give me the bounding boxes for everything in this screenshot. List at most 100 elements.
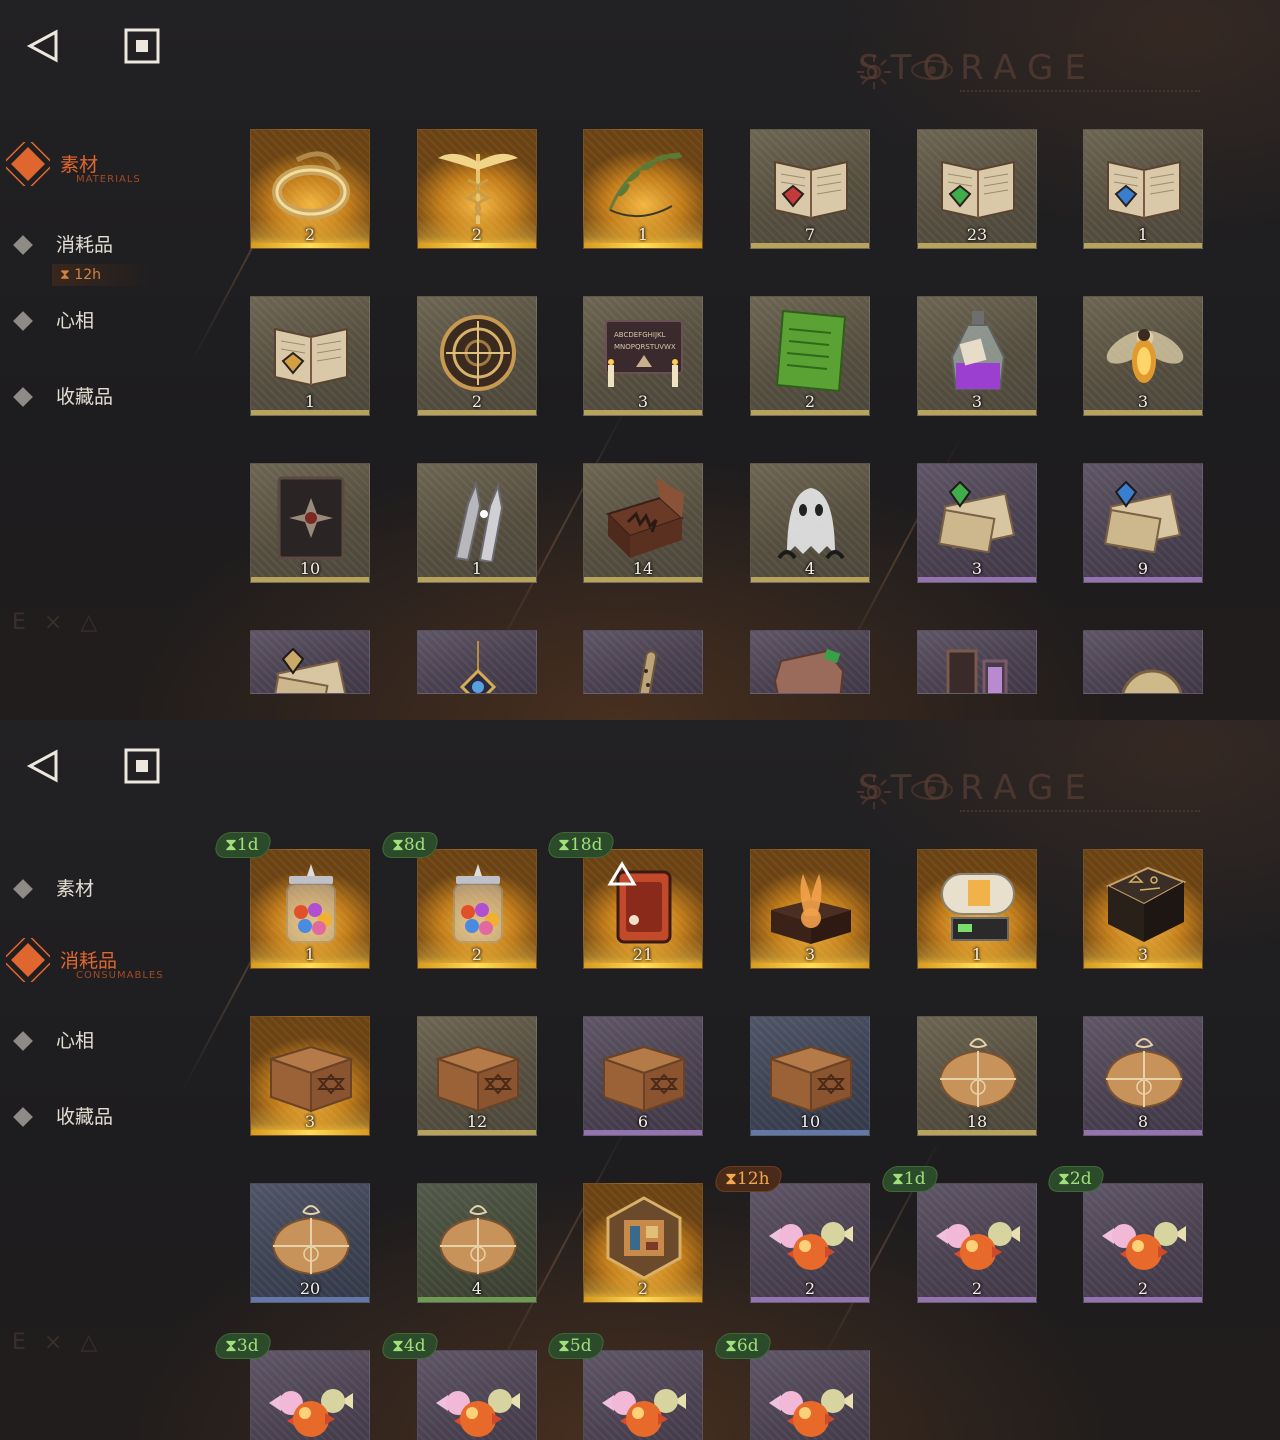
item-card[interactable]: 23 bbox=[917, 129, 1037, 249]
rarity-bar bbox=[918, 243, 1036, 248]
item-card[interactable]: 4 bbox=[417, 1183, 537, 1303]
rarity-bar bbox=[251, 577, 369, 582]
item-quantity: 10 bbox=[299, 559, 321, 578]
expiry-timer-badge: ⧗3d bbox=[212, 1333, 273, 1359]
item-card[interactable]: 1 bbox=[583, 129, 703, 249]
candy-jar-icon bbox=[434, 860, 522, 948]
nav-persona[interactable]: 心相 bbox=[13, 302, 176, 342]
item-card[interactable]: 3 bbox=[917, 296, 1037, 416]
green-book-icon bbox=[934, 140, 1022, 228]
item-card[interactable]: 12 bbox=[417, 1016, 537, 1136]
candies-icon bbox=[267, 1361, 355, 1440]
item-card[interactable]: 2 bbox=[1083, 1183, 1203, 1303]
expiry-timer-badge: ⧗8d bbox=[379, 832, 440, 858]
nav-consumables[interactable]: 消耗品 bbox=[13, 226, 176, 266]
item-card[interactable]: 1 bbox=[250, 849, 370, 969]
frame-icon bbox=[934, 641, 1022, 693]
item-card[interactable]: 10 bbox=[250, 463, 370, 583]
item-card[interactable]: 8 bbox=[1083, 1016, 1203, 1136]
item-card[interactable]: 3 bbox=[750, 849, 870, 969]
item-card[interactable]: 1 bbox=[250, 296, 370, 416]
item-card[interactable]: 2 bbox=[583, 1183, 703, 1303]
item-card[interactable] bbox=[1083, 630, 1203, 694]
item-card[interactable]: 1 bbox=[917, 849, 1037, 969]
item-card[interactable]: ABCDEFGHIJKL MNOPQRSTUVWX 3 bbox=[583, 296, 703, 416]
item-card[interactable]: 6 bbox=[583, 1016, 703, 1136]
item-card[interactable] bbox=[250, 630, 370, 694]
nav-consumables[interactable]: 消耗品 CONSUMABLES bbox=[6, 938, 186, 986]
item-card[interactable] bbox=[917, 630, 1037, 694]
nav-persona[interactable]: 心相 bbox=[13, 1022, 176, 1062]
item-card[interactable]: 2 bbox=[417, 296, 537, 416]
rarity-bar bbox=[751, 1130, 869, 1135]
rarity-bar bbox=[418, 243, 536, 248]
item-card[interactable]: 1 bbox=[417, 463, 537, 583]
item-card[interactable] bbox=[250, 1350, 370, 1440]
expiry-timer-text: ⧗1d bbox=[892, 1169, 926, 1189]
rarity-bar bbox=[751, 577, 869, 582]
rarity-bar bbox=[751, 1297, 869, 1302]
item-card[interactable] bbox=[583, 1350, 703, 1440]
item-card[interactable]: 2 bbox=[250, 129, 370, 249]
home-button[interactable] bbox=[124, 28, 160, 64]
rarity-bar bbox=[1084, 410, 1202, 415]
nav-consumables-sublabel: CONSUMABLES bbox=[76, 970, 164, 981]
item-card[interactable]: 4 bbox=[750, 463, 870, 583]
item-card[interactable] bbox=[417, 1350, 537, 1440]
nav-materials[interactable]: 素材 bbox=[13, 870, 176, 910]
consumables-expiry-timer: ⧗ 12h bbox=[52, 264, 156, 286]
item-quantity: 9 bbox=[1137, 559, 1149, 578]
astrolabe-icon bbox=[434, 307, 522, 395]
item-card[interactable]: 9 bbox=[1083, 463, 1203, 583]
item-card[interactable]: 14 bbox=[583, 463, 703, 583]
item-quantity: 1 bbox=[304, 945, 316, 964]
back-button[interactable] bbox=[22, 26, 66, 66]
item-quantity: 7 bbox=[804, 225, 816, 244]
item-card[interactable]: 2 bbox=[417, 129, 537, 249]
item-card[interactable] bbox=[750, 630, 870, 694]
item-card[interactable]: 2 bbox=[917, 1183, 1037, 1303]
rarity-bar bbox=[751, 410, 869, 415]
item-card[interactable]: 3 bbox=[1083, 849, 1203, 969]
item-quantity: 3 bbox=[804, 945, 816, 964]
rarity-bar bbox=[584, 243, 702, 248]
item-card[interactable]: 2 bbox=[750, 1183, 870, 1303]
item-quantity: 20 bbox=[299, 1279, 321, 1298]
home-button[interactable] bbox=[124, 748, 160, 784]
item-card[interactable]: 1 bbox=[1083, 129, 1203, 249]
nav-collectibles[interactable]: 收藏品 bbox=[13, 378, 176, 418]
item-card[interactable]: 10 bbox=[750, 1016, 870, 1136]
rarity-bar bbox=[418, 410, 536, 415]
puzzle-box-icon bbox=[600, 1194, 688, 1282]
item-card[interactable]: 18 bbox=[917, 1016, 1037, 1136]
amulet-icon bbox=[434, 641, 522, 693]
item-card[interactable]: 20 bbox=[250, 1183, 370, 1303]
expiry-timer-text: ⧗5d bbox=[558, 1336, 592, 1356]
nav-consumables-label: 消耗品 bbox=[56, 234, 114, 256]
left-ornament: Ε×△ bbox=[12, 610, 116, 635]
nav-collectibles[interactable]: 收藏品 bbox=[13, 1098, 176, 1138]
parcel-icon bbox=[1100, 1027, 1188, 1115]
item-card[interactable] bbox=[583, 630, 703, 694]
item-card[interactable] bbox=[750, 1350, 870, 1440]
rarity-bar bbox=[1084, 577, 1202, 582]
caduceus-icon bbox=[434, 140, 522, 228]
item-card[interactable]: 3 bbox=[250, 1016, 370, 1136]
item-card[interactable]: 2 bbox=[750, 296, 870, 416]
item-card[interactable]: 7 bbox=[750, 129, 870, 249]
rarity-bar bbox=[1084, 963, 1202, 968]
rarity-bar bbox=[251, 1297, 369, 1302]
item-card[interactable]: 3 bbox=[1083, 296, 1203, 416]
blue-scroll-icon bbox=[1100, 474, 1188, 562]
back-button[interactable] bbox=[22, 746, 66, 786]
nav-persona-label: 心相 bbox=[56, 310, 95, 332]
storage-title: STORAGE bbox=[858, 48, 1097, 88]
item-card[interactable]: 2 bbox=[417, 849, 537, 969]
item-card[interactable] bbox=[417, 630, 537, 694]
nav-materials[interactable]: 素材 MATERIALS bbox=[6, 142, 176, 190]
parcel-icon bbox=[267, 1194, 355, 1282]
item-card[interactable]: 21 bbox=[583, 849, 703, 969]
rarity-bar bbox=[751, 963, 869, 968]
item-quantity: 1 bbox=[971, 945, 983, 964]
item-card[interactable]: 3 bbox=[917, 463, 1037, 583]
